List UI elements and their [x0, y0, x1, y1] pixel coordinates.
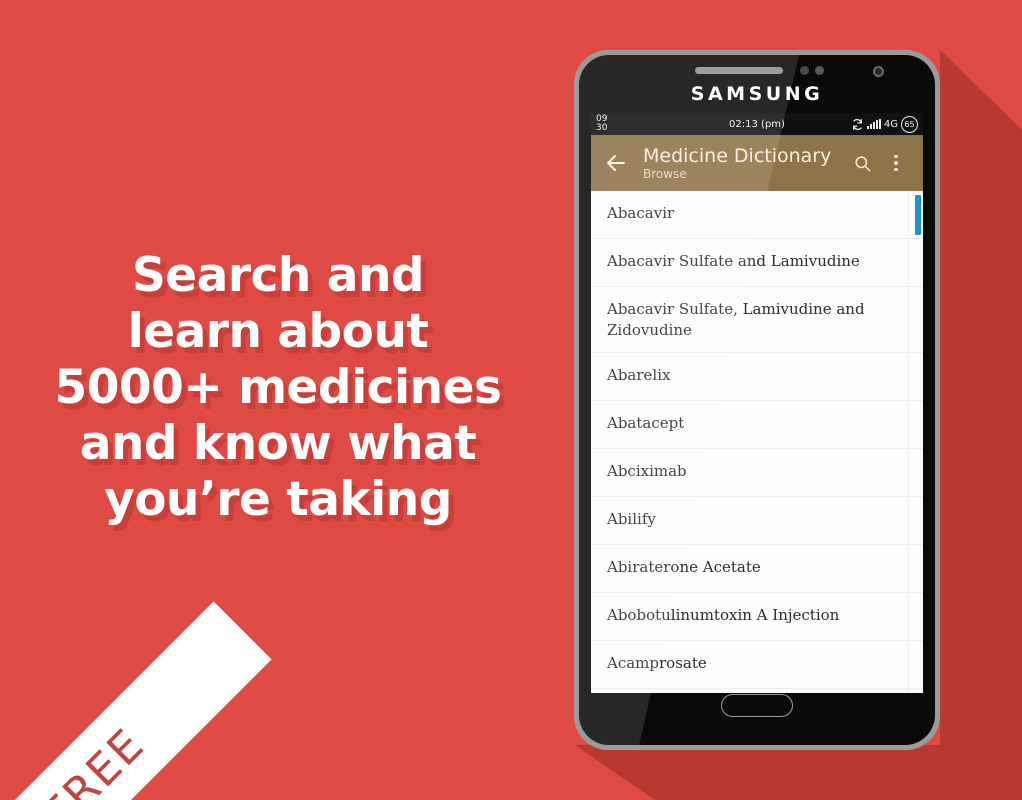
status-bar: 09 30 02:13 (pm) 4G 65 [591, 113, 923, 135]
battery-status-badge: 65 [901, 115, 918, 133]
speaker-slot-icon [695, 67, 783, 74]
list-item-label: Abacavir Sulfate and Lamivudine [607, 252, 860, 270]
list-item-label: Abarelix [607, 366, 671, 384]
list-item[interactable]: Abacavir Sulfate, Lamivudine and Zidovud… [591, 287, 923, 353]
list-item[interactable]: Abciximab [591, 449, 923, 497]
list-item-label: Abiraterone Acetate [607, 558, 761, 576]
search-icon[interactable] [845, 143, 879, 183]
list-item[interactable]: Abacavir [591, 191, 923, 239]
network-type-label: 4G [883, 118, 898, 130]
list-item-label: Abciximab [607, 462, 687, 480]
list-item[interactable]: Abiraterone Acetate [591, 545, 923, 593]
list-item-label: Abobotulinumtoxin A Injection [607, 606, 840, 624]
overflow-menu-button[interactable] [879, 143, 913, 183]
free-ribbon-label: FREE [33, 718, 155, 800]
list-item[interactable]: Abacavir Sulfate and Lamivudine [591, 239, 923, 287]
app-bar-titles: Medicine Dictionary Browse [631, 145, 845, 182]
back-arrow-icon[interactable] [601, 148, 631, 178]
free-ribbon: FREE [0, 500, 300, 800]
sync-icon [852, 118, 862, 130]
phone-mockup: SAMSUNG 09 30 02:13 (pm) 4G 65 Medicine … [574, 50, 940, 750]
front-camera-icon [873, 66, 884, 77]
list-item[interactable]: Acamprosate [591, 641, 923, 689]
list-item-label: Abacavir Sulfate, Lamivudine and Zidovud… [607, 300, 865, 339]
headline-line-2: learn about [127, 304, 429, 359]
home-button[interactable] [721, 694, 793, 717]
headline-line-3: 5000+ medicines [54, 360, 502, 415]
list-item[interactable]: Abilify [591, 497, 923, 545]
phone-body: SAMSUNG 09 30 02:13 (pm) 4G 65 Medicine … [579, 55, 935, 745]
page-subtitle: Browse [643, 166, 687, 181]
light-sensor-icon [815, 66, 824, 75]
app-bar: Medicine Dictionary Browse [591, 135, 923, 191]
headline-line-4: and know what [79, 416, 477, 471]
phone-top-hardware: SAMSUNG [579, 55, 935, 113]
promo-headline: Search and learn about 5000+ medicines a… [0, 248, 556, 528]
list-item-label: Abacavir [607, 204, 675, 222]
medicine-list[interactable]: Abacavir Abacavir Sulfate and Lamivudine… [591, 191, 923, 693]
status-indicators: 4G 65 [851, 115, 918, 133]
headline-line-1: Search and [131, 248, 425, 303]
overflow-menu-icon [894, 154, 898, 172]
signal-bars-icon [866, 119, 881, 129]
list-item[interactable]: Abatacept [591, 401, 923, 449]
list-item[interactable]: Abarelix [591, 353, 923, 401]
phone-screen: 09 30 02:13 (pm) 4G 65 Medicine Dictiona… [591, 113, 923, 693]
samsung-brand-logo: SAMSUNG [690, 83, 824, 105]
list-item-label: Acamprosate [607, 654, 707, 672]
proximity-sensor-icon [800, 66, 809, 75]
list-item[interactable]: Abobotulinumtoxin A Injection [591, 593, 923, 641]
free-ribbon-band: FREE [0, 601, 272, 800]
list-item-label: Abatacept [607, 414, 685, 432]
list-item-label: Abilify [607, 510, 656, 528]
page-title: Medicine Dictionary [643, 144, 832, 167]
